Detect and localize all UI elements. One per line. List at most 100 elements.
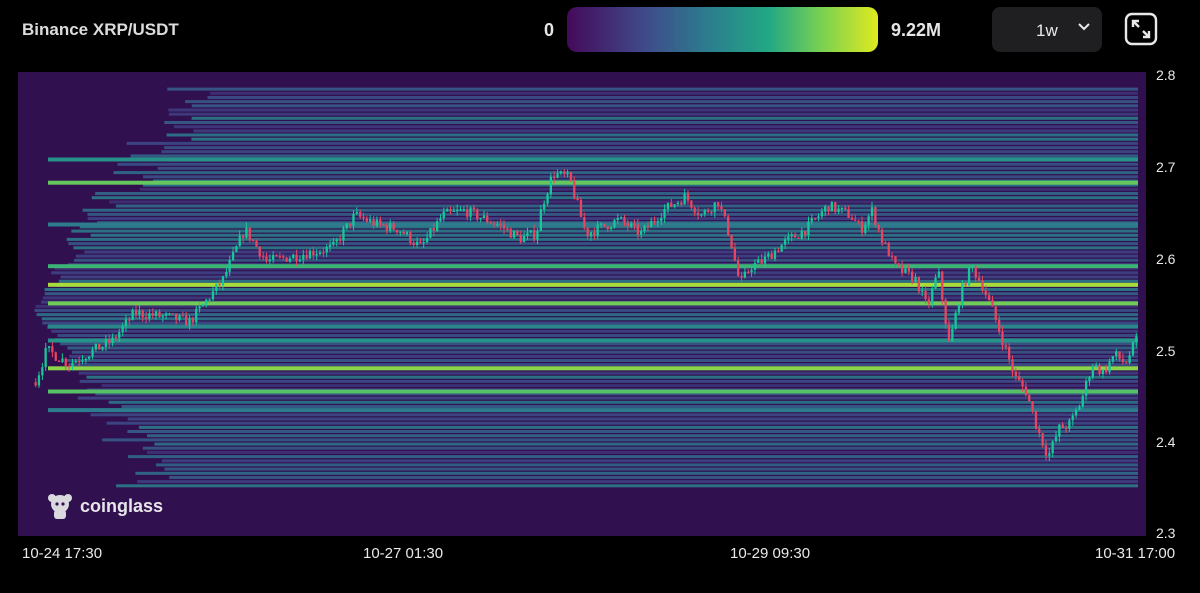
candle-body (656, 221, 660, 223)
heat-band (164, 146, 1139, 150)
candle-body (757, 259, 760, 263)
candle-body (64, 358, 67, 366)
candle-body (793, 234, 797, 238)
candle-body (593, 232, 596, 236)
heat-band (121, 405, 1138, 408)
candle-body (1018, 376, 1021, 381)
heat-band (164, 467, 1138, 471)
heat-band (161, 459, 1138, 463)
candle-body (653, 220, 656, 223)
candle-body (569, 172, 573, 182)
heat-band (86, 375, 1138, 379)
candle-body (1064, 428, 1068, 430)
liquidation-heatmap-chart (34, 87, 1139, 488)
candle-body (285, 257, 288, 262)
candle-body (34, 382, 37, 386)
candle-body (342, 228, 345, 241)
candle-body (124, 319, 128, 327)
candle-body (723, 209, 726, 217)
candle-body (767, 253, 770, 257)
candle-body (181, 315, 184, 317)
heat-band (143, 175, 1138, 179)
candle-body (874, 207, 877, 225)
candle-body (1071, 415, 1074, 421)
candle-body (576, 197, 579, 200)
candle-body (375, 219, 378, 226)
candle-body (44, 348, 47, 368)
heat-band (126, 141, 1138, 145)
candle-body (820, 211, 823, 217)
candle-body (248, 227, 251, 240)
heat-band (36, 313, 1139, 317)
heat-band (210, 91, 1138, 95)
candle-body (482, 215, 486, 218)
candle-body (385, 225, 389, 231)
fullscreen-icon[interactable] (1124, 12, 1158, 46)
candle-body (814, 218, 817, 220)
candle-body (673, 204, 676, 207)
candle-body (91, 349, 94, 357)
heat-band (51, 329, 1138, 333)
candle-body (860, 221, 864, 233)
heat-band (128, 455, 1139, 459)
time-range-value: 1w (1036, 21, 1058, 40)
candle-body (98, 343, 101, 350)
candle-body (1038, 428, 1041, 434)
candle-body (586, 227, 589, 237)
brand-logo-text: coinglass (80, 496, 164, 516)
heat-band (169, 476, 1138, 479)
candle-body (171, 313, 174, 315)
heat-band (191, 116, 1139, 120)
candle-body (609, 227, 613, 230)
candle-body (512, 230, 516, 238)
candle-body (278, 256, 281, 258)
candle-body (372, 219, 375, 226)
candle-body (834, 202, 837, 212)
x-tick-label: 10-24 17:30 (22, 545, 103, 562)
time-range-select[interactable]: 1w (992, 7, 1102, 52)
candle-body (225, 271, 228, 277)
candle-body (623, 217, 626, 223)
heat-band (117, 162, 1138, 166)
candle-body (934, 277, 937, 289)
candle-body (606, 226, 609, 230)
candle-body (1081, 395, 1084, 407)
candle-body (452, 210, 455, 212)
candle-body (884, 242, 887, 244)
candle-body (994, 306, 997, 320)
candle-body (1021, 380, 1024, 387)
candle-body (57, 360, 61, 362)
heat-band (75, 254, 1138, 258)
heatmap-plot-area[interactable] (18, 72, 1146, 536)
candle-body (660, 217, 663, 222)
candle-body (636, 224, 639, 235)
heat-band (87, 212, 1138, 216)
candle-body (412, 243, 415, 245)
candle-body (710, 211, 713, 213)
candle-body (901, 265, 904, 273)
candle-body (1098, 365, 1101, 374)
y-tick-label: 2.6 (1156, 251, 1176, 267)
candle-body (1135, 336, 1138, 343)
candle-body (1051, 441, 1054, 454)
heat-band (167, 87, 1139, 91)
heat-band (113, 171, 1138, 175)
candle-body (265, 256, 268, 262)
liquidity-level (48, 366, 1138, 371)
candle-body (720, 206, 723, 210)
candle-body (543, 203, 546, 210)
candle-body (522, 235, 526, 243)
candle-body (228, 260, 231, 272)
coinglass-logo-icon (48, 494, 72, 519)
candle-body (817, 216, 820, 219)
candle-body (1024, 386, 1028, 395)
candle-body (713, 202, 716, 213)
candle-body (338, 239, 342, 241)
candle-body (308, 250, 312, 259)
candle-body (476, 209, 479, 220)
candle-body (967, 266, 971, 286)
y-tick-label: 2.4 (1156, 434, 1176, 450)
candle-body (727, 216, 730, 235)
candle-body (603, 223, 606, 227)
candle-body (37, 375, 41, 386)
